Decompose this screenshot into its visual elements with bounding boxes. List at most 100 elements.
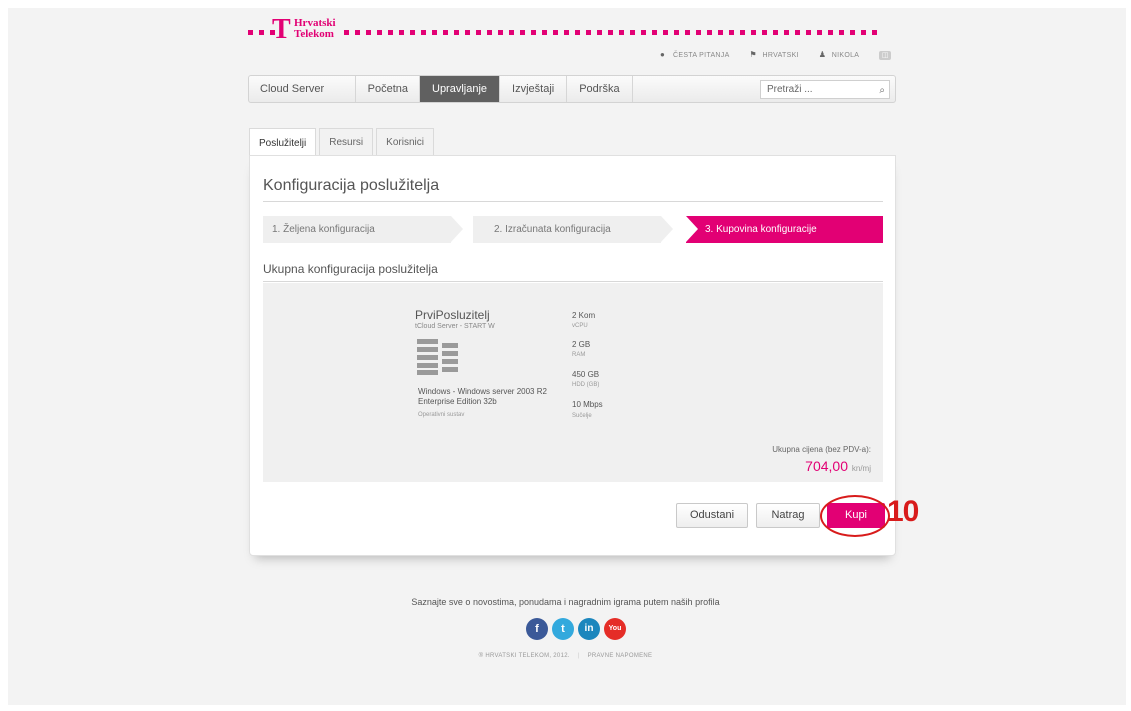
logo-dot bbox=[674, 30, 679, 35]
logo-dot bbox=[542, 30, 547, 35]
language-link[interactable]: ⚑ HRVATSKI bbox=[750, 51, 799, 59]
utility-nav: ● ČESTA PITANJA ⚑ HRVATSKI ♟ NIKOLA ◫ bbox=[660, 49, 892, 61]
user-label: NIKOLA bbox=[831, 51, 860, 59]
spec-label-vcpu: vCPU bbox=[572, 323, 588, 329]
annotation-number: 10 bbox=[887, 495, 919, 528]
logo-dot bbox=[828, 30, 833, 35]
main-navbar: Cloud Server Početna Upravljanje Izvješt… bbox=[248, 75, 896, 103]
total-price-unit: kn/mj bbox=[851, 464, 871, 473]
logo-dot bbox=[509, 30, 514, 35]
twitter-icon[interactable]: t bbox=[552, 618, 574, 640]
back-button[interactable]: Natrag bbox=[756, 503, 820, 528]
logo-dot bbox=[762, 30, 767, 35]
search-icon[interactable]: ⌕ bbox=[879, 82, 885, 99]
logout-icon: ◫ bbox=[879, 50, 892, 60]
nav-brand[interactable]: Cloud Server bbox=[249, 76, 356, 102]
linkedin-icon[interactable]: in bbox=[578, 618, 600, 640]
logo-dot bbox=[377, 30, 382, 35]
brand-name-line2: Telekom bbox=[294, 28, 334, 40]
spec-label-hdd: HDD (GB) bbox=[572, 382, 600, 388]
legal-link[interactable]: PRAVNE NAPOMENE bbox=[588, 653, 653, 659]
logo-dot bbox=[520, 30, 525, 35]
logo-dot bbox=[861, 30, 866, 35]
logo-dot bbox=[740, 30, 745, 35]
search-placeholder: Pretraži ... bbox=[767, 84, 813, 95]
nav-item-upravljanje[interactable]: Upravljanje bbox=[420, 76, 501, 102]
logo-dots-trail bbox=[344, 30, 877, 35]
site-header: T Hrvatski Telekom bbox=[248, 14, 898, 50]
logo-dot bbox=[454, 30, 459, 35]
tab-resursi[interactable]: Resursi bbox=[319, 128, 374, 156]
logo-dot bbox=[707, 30, 712, 35]
logo-dot bbox=[553, 30, 558, 35]
logo-dot bbox=[531, 30, 536, 35]
chat-icon: ● bbox=[660, 50, 666, 59]
logo-dot bbox=[586, 30, 591, 35]
server-plan: tCloud Server - START W bbox=[415, 323, 495, 330]
logo-dot bbox=[355, 30, 360, 35]
logo-dot bbox=[652, 30, 657, 35]
tab-posluzitelji[interactable]: Poslužitelji bbox=[249, 128, 317, 157]
wizard-steps: 1. Željena konfiguracija 2. Izračunata k… bbox=[263, 216, 883, 243]
footer-text: Saznajte sve o novostima, ponudama i nag… bbox=[411, 597, 720, 607]
cancel-button[interactable]: Odustani bbox=[676, 503, 748, 528]
page-title: Konfiguracija poslužitelja bbox=[263, 177, 440, 194]
nav-item-pocetna[interactable]: Početna bbox=[356, 76, 420, 102]
logo-dots bbox=[248, 30, 275, 35]
logo-dot bbox=[839, 30, 844, 35]
spec-value-interface: 10 Mbps bbox=[572, 400, 603, 409]
step-3[interactable]: 3. Kupovina konfiguracije bbox=[686, 216, 883, 243]
logo-dot bbox=[696, 30, 701, 35]
telekom-logo[interactable]: T bbox=[272, 16, 291, 44]
logo-dot bbox=[432, 30, 437, 35]
youtube-icon[interactable]: You bbox=[604, 618, 626, 640]
logo-dot bbox=[421, 30, 426, 35]
spec-value-ram: 2 GB bbox=[572, 340, 591, 349]
logo-dot bbox=[817, 30, 822, 35]
spec-label-ram: RAM bbox=[572, 352, 586, 358]
tab-bar: Poslužitelji Resursi Korisnici bbox=[249, 128, 434, 157]
brand-name: Hrvatski Telekom bbox=[294, 18, 336, 40]
logout-button[interactable]: ◫ bbox=[879, 50, 892, 60]
logo-dot bbox=[443, 30, 448, 35]
user-icon: ♟ bbox=[818, 50, 827, 59]
logo-dot bbox=[399, 30, 404, 35]
total-price-label: Ukupna cijena (bez PDV-a): bbox=[772, 445, 871, 454]
step-1[interactable]: 1. Željena konfiguracija bbox=[263, 216, 451, 243]
logo-dot bbox=[872, 30, 877, 35]
server-name: PrviPosluzitelj bbox=[415, 308, 490, 322]
tab-korisnici[interactable]: Korisnici bbox=[376, 128, 434, 156]
logo-dot bbox=[641, 30, 646, 35]
faq-label: ČESTA PITANJA bbox=[673, 51, 730, 59]
copyright-text: ® HRVATSKI TELEKOM, 2012. bbox=[478, 653, 570, 659]
server-icon bbox=[417, 339, 463, 375]
divider bbox=[263, 281, 883, 282]
logo-dot bbox=[619, 30, 624, 35]
logo-dot bbox=[608, 30, 613, 35]
logo-dot bbox=[751, 30, 756, 35]
social-links: f t in You bbox=[526, 618, 626, 640]
step-2[interactable]: 2. Izračunata konfiguracija bbox=[473, 216, 661, 243]
flag-icon: ⚑ bbox=[749, 50, 758, 59]
logo-dot bbox=[597, 30, 602, 35]
logo-dot bbox=[465, 30, 470, 35]
total-price-value: 704,00 bbox=[805, 458, 848, 474]
logo-dot bbox=[344, 30, 349, 35]
faq-link[interactable]: ● ČESTA PITANJA bbox=[660, 51, 730, 59]
nav-item-podrska[interactable]: Podrška bbox=[567, 76, 633, 102]
step-arrow bbox=[661, 216, 673, 242]
logo-dot bbox=[487, 30, 492, 35]
user-link[interactable]: ♟ NIKOLA bbox=[819, 51, 859, 59]
nav-item-izvjestaji[interactable]: Izvještaji bbox=[500, 76, 568, 102]
step-arrow-cut bbox=[686, 216, 698, 242]
logo-dot bbox=[784, 30, 789, 35]
os-name: Windows - Windows server 2003 R2 Enterpr… bbox=[418, 387, 547, 406]
section-title: Ukupna konfiguracija poslužitelja bbox=[263, 262, 438, 276]
divider bbox=[263, 201, 883, 202]
logo-dot bbox=[850, 30, 855, 35]
search-input[interactable]: Pretraži ... ⌕ bbox=[760, 80, 890, 99]
config-summary: PrviPosluzitelj tCloud Server - START W … bbox=[263, 283, 883, 482]
language-label: HRVATSKI bbox=[762, 51, 799, 59]
spec-value-vcpu: 2 Kom bbox=[572, 311, 596, 320]
facebook-icon[interactable]: f bbox=[526, 618, 548, 640]
